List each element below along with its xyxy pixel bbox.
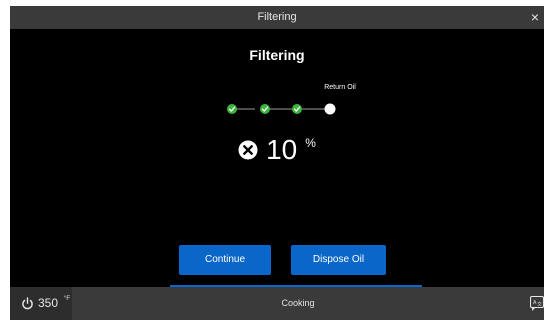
percent-value: 10 xyxy=(266,134,298,165)
step-progress: Return Oil xyxy=(222,84,356,124)
title-bar: Filtering × xyxy=(10,6,544,29)
power-icon xyxy=(22,297,33,310)
language-icon[interactable]: A 文 xyxy=(530,295,544,311)
temperature-unit: °F xyxy=(64,296,71,302)
power-temperature-button[interactable]: 350 °F xyxy=(10,287,72,320)
step-progress-graphic xyxy=(227,103,336,115)
dispose-oil-button[interactable]: Dispose Oil xyxy=(291,245,386,275)
step-4-current-dot xyxy=(324,103,336,115)
svg-text:文: 文 xyxy=(537,301,542,308)
filter-status: 10 % xyxy=(10,133,544,169)
step-label-return-oil: Return Oil xyxy=(324,84,356,91)
circle-x-icon xyxy=(238,140,258,160)
filtering-screen: Filtering × Filtering Return Oil 10 % Co… xyxy=(10,6,544,320)
mode-label: Cooking xyxy=(281,298,315,308)
percent-symbol: % xyxy=(305,136,316,150)
continue-button[interactable]: Continue xyxy=(179,245,271,275)
window-title: Filtering xyxy=(257,11,297,23)
step-1-check-icon xyxy=(227,104,237,114)
step-3-check-icon xyxy=(292,104,302,114)
temperature-value: 350 xyxy=(38,296,59,310)
close-icon[interactable]: × xyxy=(528,9,542,25)
bottom-bar: 350 °F Cooking A 文 xyxy=(10,287,544,320)
step-2-check-icon xyxy=(260,104,270,114)
page-title: Filtering xyxy=(249,47,305,63)
